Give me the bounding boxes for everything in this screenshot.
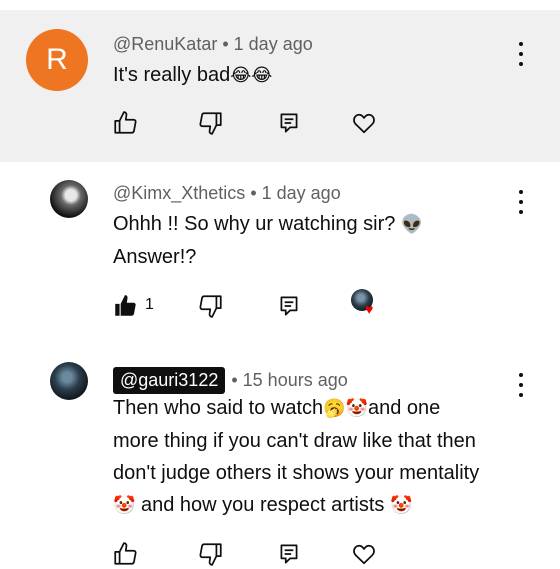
- clown-emoji: 🤡: [390, 495, 413, 516]
- comment-actions: [0, 108, 560, 138]
- separator-dot: •: [250, 183, 262, 203]
- avatar-letter: R: [46, 43, 68, 76]
- comment-reply-item: @gauri3122 • 15 hours ago Then who said …: [0, 352, 560, 566]
- creator-heart-badge[interactable]: ♥: [351, 289, 379, 317]
- thumbs-down-icon: [199, 543, 222, 566]
- comment-time[interactable]: 1 day ago: [262, 183, 341, 203]
- comment-meta: @RenuKatar • 1 day ago: [113, 34, 313, 55]
- thumbs-down-icon: [199, 112, 222, 135]
- dislike-button[interactable]: [196, 291, 226, 321]
- comment-text-body: It's really bad: [113, 64, 231, 86]
- heart-icon: [353, 113, 375, 134]
- avatar[interactable]: [50, 362, 88, 400]
- comment-text-line: Ohhh !! So why ur watching sir?: [113, 213, 396, 235]
- clown-emoji: 🤡: [113, 495, 136, 516]
- reply-icon: [280, 544, 298, 564]
- thumbs-up-icon: [114, 542, 137, 565]
- comment-meta: @gauri3122 • 15 hours ago: [113, 367, 348, 394]
- comment-reply-item: @Kimx_Xthetics • 1 day ago Ohhh !! So wh…: [0, 162, 560, 352]
- comment-text-line: Then who said to watch: [113, 397, 324, 419]
- reply-icon: [280, 113, 298, 133]
- reply-button[interactable]: [274, 291, 304, 321]
- comment-author[interactable]: @Kimx_Xthetics: [113, 183, 245, 203]
- comment-text-line: more thing if you can't draw like that t…: [113, 430, 476, 452]
- alien-emoji: 👽: [400, 214, 424, 235]
- comment-text-line: don't judge others it shows your mentali…: [113, 462, 480, 484]
- reply-button[interactable]: [274, 108, 304, 138]
- avatar[interactable]: R: [26, 29, 88, 91]
- comment-meta: @Kimx_Xthetics • 1 day ago: [113, 183, 341, 204]
- comment-text: It's really bad😂😂: [113, 59, 272, 92]
- comment-thread-item: R @RenuKatar • 1 day ago It's really bad…: [0, 0, 560, 162]
- comment-text-line: and one: [367, 397, 441, 419]
- like-count: 1: [145, 296, 154, 313]
- creator-heart-button[interactable]: [349, 108, 379, 138]
- comment-text: Ohhh !! So why ur watching sir? 👽 Answer…: [113, 208, 513, 273]
- laughing-emoji: 😂😂: [230, 65, 273, 86]
- comment-text-line: and how you respect artists: [135, 494, 390, 516]
- thumbs-up-filled-icon: [115, 295, 136, 316]
- comment-text-line: Answer!?: [113, 246, 197, 268]
- yawn-clown-emoji: 🥱🤡: [323, 398, 368, 419]
- more-options-icon[interactable]: [511, 190, 531, 214]
- separator-dot: •: [222, 34, 234, 54]
- thumbs-up-icon: [114, 111, 137, 134]
- reply-button[interactable]: [274, 539, 304, 569]
- comment-actions: 1 ♥: [0, 289, 560, 321]
- dislike-button[interactable]: [196, 108, 226, 138]
- red-heart-icon: ♥: [365, 301, 374, 317]
- reply-icon: [280, 296, 298, 316]
- comment-time[interactable]: 1 day ago: [234, 34, 313, 54]
- dislike-button[interactable]: [196, 539, 226, 569]
- like-button[interactable]: [110, 108, 140, 138]
- separator-dot: •: [231, 370, 243, 390]
- more-options-icon[interactable]: [511, 42, 531, 66]
- comment-author-badge[interactable]: @gauri3122: [113, 367, 226, 394]
- more-options-icon[interactable]: [511, 373, 531, 397]
- thumbs-down-icon: [199, 295, 222, 318]
- comment-time[interactable]: 15 hours ago: [243, 370, 348, 391]
- like-button[interactable]: [110, 291, 140, 321]
- comment-text: Then who said to watch🥱🤡and one more thi…: [113, 392, 523, 522]
- comment-actions: [0, 539, 560, 569]
- heart-icon: [353, 544, 375, 565]
- comment-author[interactable]: @RenuKatar: [113, 34, 217, 54]
- avatar[interactable]: [50, 180, 88, 218]
- like-button[interactable]: [110, 539, 140, 569]
- creator-heart-button[interactable]: [349, 539, 379, 569]
